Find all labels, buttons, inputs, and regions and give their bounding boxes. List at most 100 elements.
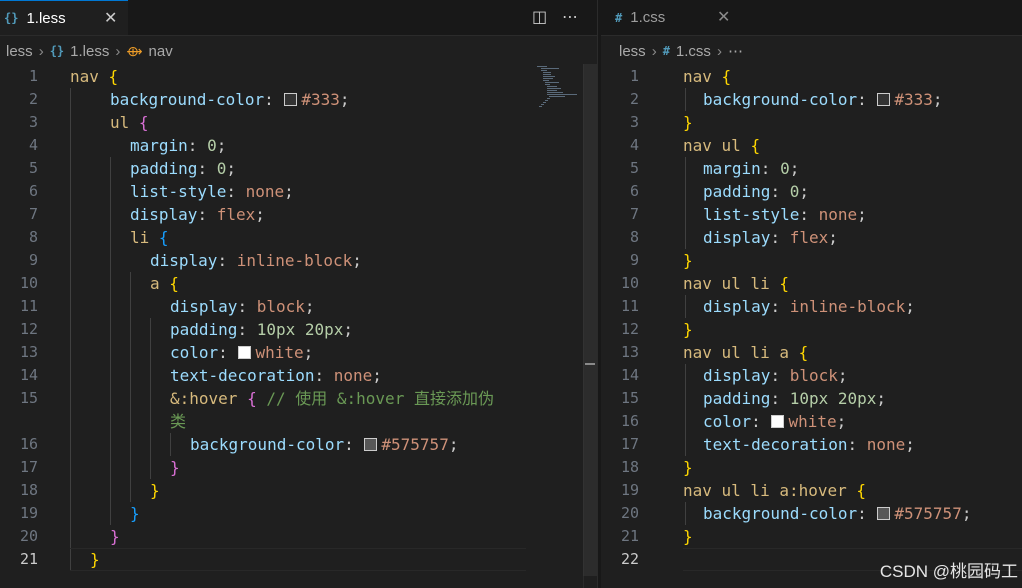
- code-line[interactable]: 19}: [0, 502, 597, 525]
- code-line[interactable]: 17 text-decoration: none;: [601, 433, 1022, 456]
- code-line[interactable]: 5 margin: 0;: [601, 157, 1022, 180]
- code-line[interactable]: 13 nav ul li a {: [601, 341, 1022, 364]
- breadcrumb-file[interactable]: 1.less: [70, 43, 109, 60]
- code-line[interactable]: 11 display: inline-block;: [601, 295, 1022, 318]
- code-line[interactable]: 17}: [0, 456, 597, 479]
- punctuation-token: [160, 274, 170, 293]
- code-line[interactable]: 14 text-decoration: none;: [0, 364, 597, 387]
- line-number: 7: [629, 205, 639, 223]
- bracket-token: }: [683, 113, 693, 132]
- color-swatch[interactable]: [877, 507, 891, 520]
- code-line[interactable]: 15 padding: 10px 20px;: [601, 387, 1022, 410]
- code-text: }: [150, 479, 160, 502]
- code-line[interactable]: 3 ul {: [0, 111, 597, 134]
- tab-1-css[interactable]: # 1.css ✕: [601, 0, 755, 35]
- breadcrumb-folder[interactable]: less: [6, 43, 33, 60]
- code-line[interactable]: 9 display: inline-block;: [0, 249, 597, 272]
- code-text: display: flex;: [703, 226, 838, 249]
- code-line[interactable]: 11 display: block;: [0, 295, 597, 318]
- code-editor-less[interactable]: 1 nav {2 background-color: #333; 3 ul {4 marg…: [0, 64, 597, 588]
- code-line[interactable]: 21}: [601, 525, 1022, 548]
- color-swatch[interactable]: [238, 346, 252, 359]
- line-number: 16: [19, 435, 38, 453]
- color-swatch[interactable]: [364, 438, 378, 451]
- code-line[interactable]: 3}: [601, 111, 1022, 134]
- code-line[interactable]: 类: [0, 410, 597, 433]
- selector-token: nav ul li: [683, 274, 770, 293]
- line-number: 3: [629, 113, 639, 131]
- code-line[interactable]: 21}: [0, 548, 597, 571]
- css-file-icon: #: [615, 10, 623, 25]
- code-text: background-color: #333;: [703, 88, 943, 111]
- minimap[interactable]: [533, 64, 579, 114]
- code-line[interactable]: 20}: [0, 525, 597, 548]
- color-swatch[interactable]: [284, 93, 298, 106]
- code-text: nav {: [70, 65, 118, 88]
- code-line[interactable]: 4 margin: 0;: [0, 134, 597, 157]
- code-line[interactable]: 4 nav ul {: [601, 134, 1022, 157]
- bracket-token: {: [169, 274, 179, 293]
- code-line[interactable]: 20 background-color: #575757;: [601, 502, 1022, 525]
- code-line[interactable]: 8 li {: [0, 226, 597, 249]
- breadcrumb-more[interactable]: ⋯: [728, 42, 743, 60]
- close-icon[interactable]: ✕: [717, 7, 730, 26]
- line-number: 8: [629, 228, 639, 246]
- scrollbar-thumb[interactable]: [583, 64, 597, 576]
- code-line[interactable]: 18}: [601, 456, 1022, 479]
- code-line[interactable]: 10 a {: [0, 272, 597, 295]
- more-actions-icon[interactable]: ⋯: [562, 7, 578, 26]
- code-line[interactable]: 12 padding: 10px 20px;: [0, 318, 597, 341]
- code-line[interactable]: 19 nav ul li a:hover {: [601, 479, 1022, 502]
- value-token: none: [818, 205, 858, 224]
- punctuation-token: ;: [876, 389, 887, 408]
- tab-bar: # 1.css ✕: [601, 0, 1022, 36]
- code-line[interactable]: 14 display: block;: [601, 364, 1022, 387]
- code-line[interactable]: 1 nav {: [601, 65, 1022, 88]
- code-line[interactable]: 16 color: white;: [601, 410, 1022, 433]
- value-token: #333: [894, 90, 933, 109]
- code-line[interactable]: 12}: [601, 318, 1022, 341]
- code-line[interactable]: 6 padding: 0;: [601, 180, 1022, 203]
- code-text: }: [170, 456, 180, 479]
- code-text: display: inline-block;: [703, 295, 915, 318]
- comment-token: // 使用 &:hover 直接添加伪: [266, 389, 494, 408]
- property-token: padding: [170, 320, 238, 339]
- code-line[interactable]: 13 color: white;: [0, 341, 597, 364]
- code-line[interactable]: 6 list-style: none;: [0, 180, 597, 203]
- breadcrumb-file[interactable]: 1.css: [676, 43, 711, 60]
- code-line[interactable]: 15 &:hover { // 使用 &:hover 直接添加伪: [0, 387, 597, 410]
- code-line[interactable]: 7 list-style: none;: [601, 203, 1022, 226]
- color-swatch[interactable]: [877, 93, 891, 106]
- code-text: 类: [170, 410, 186, 433]
- code-text: background-color: #575757;: [703, 502, 971, 525]
- minimap-line: [545, 84, 550, 85]
- breadcrumb-symbol[interactable]: nav: [149, 43, 173, 60]
- close-icon[interactable]: ✕: [104, 8, 117, 27]
- code-text: list-style: none;: [703, 203, 867, 226]
- code-line[interactable]: 18}: [0, 479, 597, 502]
- punctuation-token: ;: [226, 159, 236, 178]
- color-swatch[interactable]: [771, 415, 785, 428]
- line-number: 3: [28, 113, 38, 131]
- code-text: ul {: [110, 111, 149, 134]
- line-number: 15: [620, 389, 639, 407]
- punctuation-token: ;: [837, 366, 848, 385]
- code-line[interactable]: 5 padding: 0;: [0, 157, 597, 180]
- breadcrumb-folder[interactable]: less: [619, 43, 646, 60]
- split-editor-icon[interactable]: ◫: [532, 7, 547, 26]
- code-line[interactable]: 2 background-color: #333;: [601, 88, 1022, 111]
- code-editor-css[interactable]: 1 nav {2 background-color: #333; 3} 4 nav ul …: [601, 64, 1022, 588]
- code-line[interactable]: 16 background-color: #575757;: [0, 433, 597, 456]
- scrollbar-cursor-marker: [585, 363, 595, 365]
- code-line[interactable]: 2 background-color: #333;: [0, 88, 597, 111]
- code-line[interactable]: 10 nav ul li {: [601, 272, 1022, 295]
- code-line[interactable]: 1 nav {: [0, 65, 597, 88]
- tab-1-less[interactable]: {} 1.less ✕: [0, 0, 128, 35]
- tab-label: 1.css: [630, 9, 666, 26]
- code-line[interactable]: 7 display: flex;: [0, 203, 597, 226]
- code-text: display: block;: [170, 295, 315, 318]
- punctuation-token: ;: [448, 435, 459, 454]
- code-line[interactable]: 8 display: flex;: [601, 226, 1022, 249]
- code-text: }: [683, 525, 693, 548]
- code-line[interactable]: 9}: [601, 249, 1022, 272]
